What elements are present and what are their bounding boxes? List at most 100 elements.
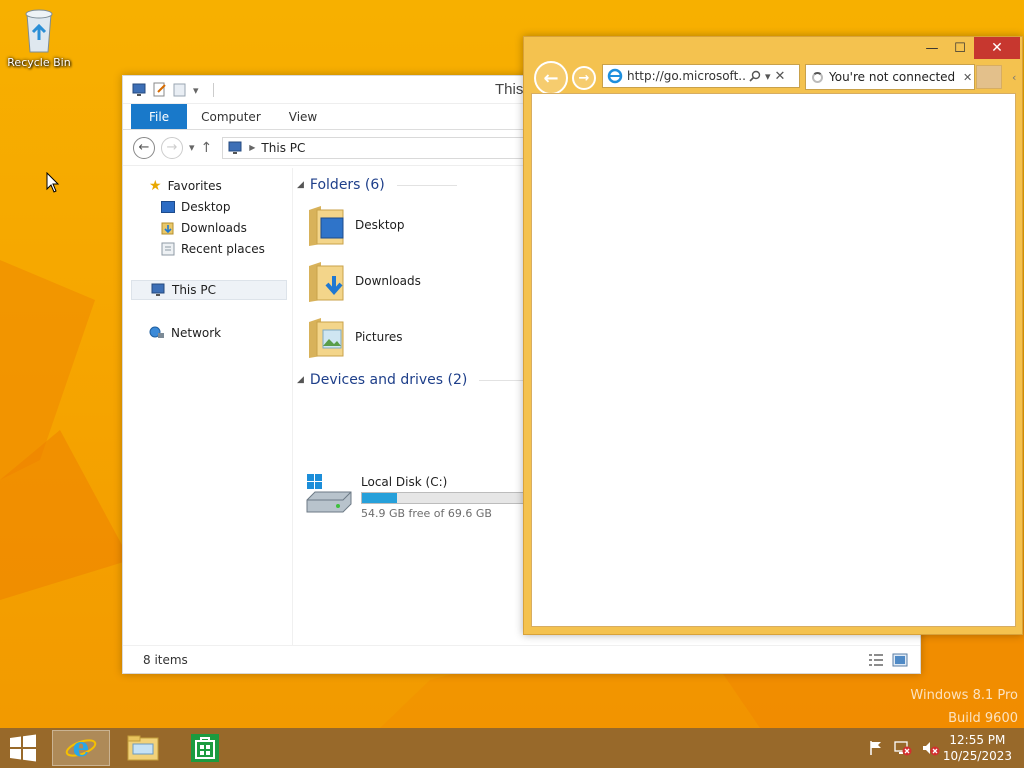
drive-usage-fill xyxy=(362,493,398,503)
maximize-button[interactable]: ☐ xyxy=(946,37,974,59)
navigation-pane: ★ Favorites Desktop Downloads Recent pla… xyxy=(123,168,293,645)
new-folder-icon[interactable] xyxy=(173,82,187,98)
stop-icon[interactable]: ✕ xyxy=(775,69,786,84)
drive-info: Local Disk (C:) 54.9 GB free of 69.6 GB xyxy=(361,475,531,520)
tab-file[interactable]: File xyxy=(131,104,188,129)
explorer-title: This xyxy=(495,81,524,98)
ie-url-text[interactable]: http://go.microsoft.... xyxy=(627,69,745,83)
nav-desktop-label: Desktop xyxy=(181,200,231,214)
status-bar: 8 items xyxy=(123,645,920,673)
breadcrumb-this-pc[interactable]: This PC xyxy=(261,141,305,155)
ie-address-bar[interactable]: http://go.microsoft.... ▾ ✕ xyxy=(602,64,800,88)
loading-spinner-icon xyxy=(812,71,823,83)
desktop-folder-icon xyxy=(309,206,344,246)
recycle-bin-icon xyxy=(25,9,53,53)
network-disconnected-icon[interactable] xyxy=(894,740,912,756)
nav-this-pc[interactable]: This PC xyxy=(131,280,287,300)
back-arrow-icon: ← xyxy=(543,67,559,89)
this-pc-nav-icon xyxy=(151,283,165,296)
nav-recent-places-label: Recent places xyxy=(181,242,265,256)
drive-name: Local Disk (C:) xyxy=(361,475,448,489)
large-icons-view-icon[interactable] xyxy=(892,653,908,667)
recent-places-icon xyxy=(161,242,175,256)
recycle-bin-label: Recycle Bin xyxy=(7,56,71,69)
pictures-folder-icon xyxy=(309,318,344,358)
nav-recent-places[interactable]: Recent places xyxy=(161,239,265,259)
internet-explorer-window: — ☐ ✕ ← → http://go.microsoft.... ▾ ✕ Yo… xyxy=(523,36,1023,635)
star-icon: ★ xyxy=(149,178,162,194)
folders-group-header[interactable]: ◢ Folders (6) xyxy=(297,177,457,193)
status-item-count: 8 items xyxy=(143,652,188,667)
hard-drive-icon xyxy=(306,474,352,513)
nav-downloads[interactable]: Downloads xyxy=(161,218,247,238)
properties-icon[interactable] xyxy=(153,82,167,98)
collapse-triangle-icon: ◢ xyxy=(297,375,304,385)
breadcrumb-chevron-icon[interactable]: ▶ xyxy=(249,143,255,152)
quick-access-toolbar: ▾ xyxy=(131,82,214,98)
desktop-icon xyxy=(161,201,175,213)
drive-item-c[interactable]: Local Disk (C:) 54.9 GB free of 69.6 GB xyxy=(305,472,531,520)
svg-text:e: e xyxy=(73,733,90,763)
nav-network-label: Network xyxy=(171,326,222,340)
file-explorer-icon xyxy=(127,735,159,761)
address-dropdown-icon[interactable]: ▾ xyxy=(765,70,771,83)
ie-forward-button[interactable]: → xyxy=(572,66,596,90)
ie-new-tab-button[interactable] xyxy=(976,65,1002,89)
clock-date: 10/25/2023 xyxy=(942,749,1012,763)
mouse-cursor-icon xyxy=(46,172,60,193)
minimize-button[interactable]: — xyxy=(918,37,946,59)
up-arrow-icon[interactable]: ↑ xyxy=(201,140,213,156)
folder-item-desktop[interactable]: Desktop xyxy=(307,202,405,248)
drive-free-space: 54.9 GB free of 69.6 GB xyxy=(361,507,492,520)
taskbar-clock[interactable]: 12:55 PM 10/25/2023 xyxy=(943,732,1012,764)
folder-item-pictures[interactable]: Pictures xyxy=(307,314,403,360)
devices-group-title: Devices and drives (2) xyxy=(309,372,468,388)
taskbar-file-explorer[interactable] xyxy=(114,730,172,766)
forward-button[interactable]: → xyxy=(161,136,183,159)
tab-view[interactable]: View xyxy=(275,104,331,129)
ie-page-content[interactable] xyxy=(531,93,1016,627)
tab-computer[interactable]: Computer xyxy=(187,104,275,129)
taskbar: e 12:55 PM 10/25/2023 xyxy=(0,728,1024,768)
qat-separator xyxy=(212,83,214,97)
ie-tab-active[interactable]: You're not connected ... ✕ xyxy=(805,64,975,90)
nav-network[interactable]: Network xyxy=(149,323,221,343)
clock-time: 12:55 PM xyxy=(949,733,1006,747)
devices-group-header[interactable]: ◢ Devices and drives (2) xyxy=(297,372,540,388)
taskbar-internet-explorer[interactable]: e xyxy=(52,730,110,766)
taskbar-store[interactable] xyxy=(176,730,234,766)
ie-tools-icon[interactable]: ‹ xyxy=(1012,71,1016,84)
group-divider xyxy=(396,184,457,186)
customize-qat-icon[interactable]: ▾ xyxy=(193,84,199,97)
nav-desktop[interactable]: Desktop xyxy=(161,197,231,217)
ie-back-button[interactable]: ← xyxy=(534,61,568,95)
folder-item-downloads[interactable]: Downloads xyxy=(307,258,421,304)
start-button[interactable] xyxy=(8,734,38,762)
nav-favorites-label: Favorites xyxy=(167,179,222,193)
nav-favorites[interactable]: ★ Favorites xyxy=(149,176,222,196)
system-tray xyxy=(868,740,940,756)
address-bar[interactable]: ▶ This PC xyxy=(222,136,543,159)
view-switcher xyxy=(868,653,908,667)
folder-name-desktop: Desktop xyxy=(355,218,405,232)
ie-page-icon xyxy=(607,68,623,84)
drive-usage-bar xyxy=(361,492,531,504)
internet-explorer-icon: e xyxy=(65,733,97,763)
collapse-triangle-icon: ◢ xyxy=(297,180,304,190)
folder-name-pictures: Pictures xyxy=(355,330,403,344)
watermark-edition: Windows 8.1 Pro xyxy=(910,688,1018,703)
forward-arrow-icon: → xyxy=(578,70,590,86)
this-pc-icon xyxy=(132,83,146,96)
search-icon[interactable] xyxy=(749,70,761,82)
tab-close-icon[interactable]: ✕ xyxy=(963,71,972,84)
recent-locations-icon[interactable]: ▾ xyxy=(189,141,195,154)
forward-arrow-icon: → xyxy=(166,140,178,155)
action-center-flag-icon[interactable] xyxy=(868,740,884,756)
recycle-bin-shortcut[interactable]: Recycle Bin xyxy=(4,6,74,69)
close-button[interactable]: ✕ xyxy=(974,37,1020,59)
volume-muted-icon[interactable] xyxy=(922,740,940,756)
details-view-icon[interactable] xyxy=(868,653,884,667)
back-button[interactable]: ← xyxy=(133,136,155,159)
network-icon xyxy=(149,326,164,338)
nav-downloads-label: Downloads xyxy=(181,221,247,235)
